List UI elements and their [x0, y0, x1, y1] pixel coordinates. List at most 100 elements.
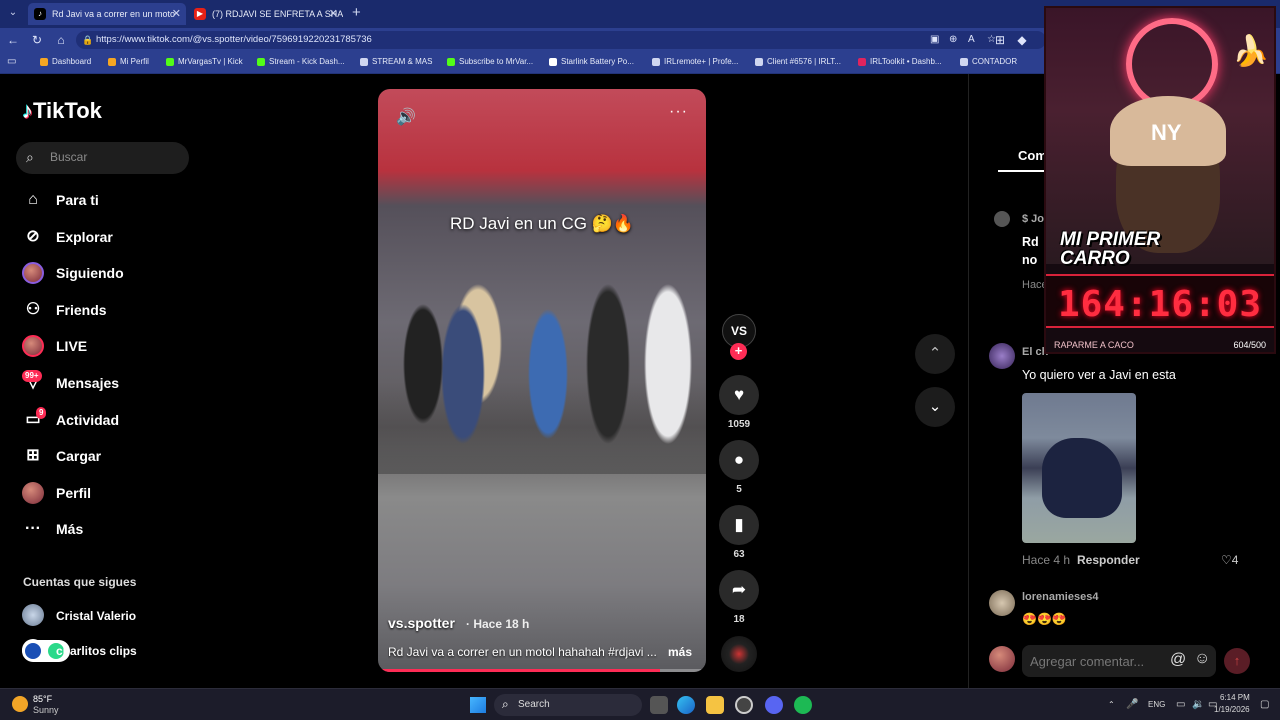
bookmark-icon[interactable]: ▮: [719, 505, 759, 545]
share-action[interactable]: ➦ 18: [719, 570, 759, 625]
tiktok-favicon-icon: ♪: [34, 8, 46, 20]
taskbar-search[interactable]: ⌕ Search: [494, 694, 642, 716]
comment-avatar[interactable]: [989, 590, 1015, 616]
video-player[interactable]: 🔊 ··· RD Javi en un CG 🤔🔥 vs.spotter · H…: [378, 89, 706, 672]
nav-label: Friends: [56, 302, 107, 318]
search-input[interactable]: ⌕ Buscar: [16, 142, 189, 174]
friends-icon: ⚇: [25, 301, 41, 318]
bookmark-favicon-icon: [108, 58, 116, 66]
tab-comments[interactable]: Com: [1018, 148, 1047, 163]
notification-icon[interactable]: ▢: [1260, 699, 1269, 710]
my-avatar: [989, 646, 1015, 672]
bookmark[interactable]: Client #6576 | IRLT...: [755, 57, 841, 66]
video-frame: [378, 244, 706, 474]
network-icon[interactable]: ▭: [1176, 699, 1185, 710]
save-count: 63: [733, 549, 745, 560]
bookmark[interactable]: MrVargasTv | Kick: [166, 57, 243, 66]
stream-overlay: 🍌 NY MI PRIMER CARRO 164:16:03 RAPARME A…: [1044, 6, 1276, 354]
microphone-icon[interactable]: 🎤: [1126, 699, 1138, 710]
bookmark-label: Subscribe to MrVar...: [459, 57, 534, 66]
comment-action[interactable]: ● 5: [719, 440, 759, 495]
bookmarks-menu-icon[interactable]: ▭: [7, 56, 16, 67]
bookmark[interactable]: Subscribe to MrVar...: [447, 57, 533, 66]
language-indicator[interactable]: ENG: [1148, 700, 1165, 709]
comment-image[interactable]: [1022, 393, 1136, 543]
reply-link[interactable]: Responder: [1077, 553, 1140, 567]
emoji-icon[interactable]: ☺: [1194, 650, 1210, 668]
comment-author[interactable]: lorenamieses4: [1022, 591, 1098, 603]
close-tab-icon[interactable]: ✕: [329, 3, 338, 25]
back-icon[interactable]: ←: [5, 32, 21, 48]
video-time: · Hace 18 h: [466, 617, 530, 631]
bookmark[interactable]: Starlink Battery Po...: [549, 57, 634, 66]
task-view-icon[interactable]: [650, 696, 668, 714]
bookmark-favicon-icon: [755, 58, 763, 66]
share-icon[interactable]: ➦: [719, 570, 759, 610]
tray-chevron-icon[interactable]: ⌃: [1108, 700, 1115, 709]
music-disc-icon[interactable]: [721, 636, 757, 672]
tiktok-logo[interactable]: ♪TikTok: [22, 98, 102, 124]
taskbar-search-label: Search: [518, 699, 550, 710]
follow-button[interactable]: +: [730, 343, 747, 360]
extension-icon[interactable]: ◆: [1014, 32, 1030, 48]
comment-input[interactable]: Agregar comentar... @ ☺: [1022, 645, 1216, 677]
comment-like[interactable]: ♡4: [1221, 553, 1238, 567]
bookmark[interactable]: Stream - Kick Dash...: [257, 57, 345, 66]
install-app-icon[interactable]: ▣: [930, 31, 939, 49]
discord-icon[interactable]: [765, 696, 783, 714]
volume-icon[interactable]: 🔊: [396, 107, 416, 127]
url-field[interactable]: 🔒 https://www.tiktok.com/@vs.spotter/vid…: [76, 31, 1046, 49]
app-icon[interactable]: [735, 696, 753, 714]
previous-video-button[interactable]: ⌃: [915, 334, 955, 374]
tab-actions-icon[interactable]: ⌄: [6, 7, 20, 21]
bookmark[interactable]: Mi Perfil: [108, 57, 149, 66]
tab-title: Rd Javi va a correr en un moto: [52, 9, 176, 19]
nav-label: Siguiendo: [56, 265, 124, 281]
zoom-icon[interactable]: ⊕: [949, 31, 957, 49]
spotify-icon[interactable]: [794, 696, 812, 714]
nav-label: Para ti: [56, 192, 99, 208]
comment-icon[interactable]: ●: [719, 440, 759, 480]
video-author[interactable]: vs.spotter: [388, 615, 455, 631]
bookmark[interactable]: CONTADOR: [960, 57, 1017, 66]
bookmark[interactable]: Dashboard: [40, 57, 91, 66]
bookmark-label: IRLToolkit • Dashb...: [870, 57, 942, 66]
send-comment-button[interactable]: ↑: [1224, 648, 1250, 674]
volume-tray-icon[interactable]: 🔉: [1192, 699, 1204, 710]
next-video-button[interactable]: ⌄: [915, 387, 955, 427]
read-aloud-icon[interactable]: A: [968, 31, 975, 49]
clock-time[interactable]: 6:14 PM: [1220, 693, 1250, 702]
following-title: Cuentas que sigues: [23, 575, 137, 589]
video-progress-bar[interactable]: [378, 669, 706, 672]
goal-label: RAPARME A CACO: [1054, 340, 1134, 350]
file-explorer-icon[interactable]: [706, 696, 724, 714]
tab-youtube[interactable]: ▶ (7) RDJAVI SE ENFRETA A SHAN2 ✕: [188, 3, 343, 25]
new-tab-button[interactable]: +: [352, 4, 361, 21]
tab-tiktok[interactable]: ♪ Rd Javi va a correr en un moto ✕: [28, 3, 186, 25]
bookmark-favicon-icon: [447, 58, 455, 66]
bookmark-label: STREAM & MAS: [372, 57, 433, 66]
clock-date[interactable]: 1/19/2026: [1214, 705, 1250, 714]
edge-icon[interactable]: [677, 696, 695, 714]
comment-avatar[interactable]: [994, 211, 1010, 227]
comment-author[interactable]: $ Jo: [1022, 213, 1044, 225]
home-button-icon[interactable]: ⌂: [53, 32, 69, 48]
bookmark[interactable]: IRLToolkit • Dashb...: [858, 57, 942, 66]
sun-icon: [12, 696, 28, 712]
more-description-link[interactable]: más: [668, 645, 692, 659]
mention-icon[interactable]: @: [1170, 651, 1186, 669]
weather-temp: 85°F: [33, 694, 53, 704]
collections-icon[interactable]: ⊞: [992, 32, 1008, 48]
close-tab-icon[interactable]: ✕: [172, 3, 181, 25]
comment-avatar[interactable]: [989, 343, 1015, 369]
more-options-icon[interactable]: ···: [669, 103, 688, 121]
bookmark[interactable]: IRLremote+ | Profe...: [652, 57, 738, 66]
like-action[interactable]: ♥ 1059: [719, 375, 759, 430]
heart-icon[interactable]: ♥: [719, 375, 759, 415]
save-action[interactable]: ▮ 63: [719, 505, 759, 560]
video-caption: RD Javi en un CG 🤔🔥: [449, 214, 635, 233]
reload-icon[interactable]: ↻: [29, 32, 45, 48]
bookmark[interactable]: STREAM & MAS: [360, 57, 432, 66]
nav-label: Explorar: [56, 229, 113, 245]
windows-start-icon[interactable]: [470, 697, 486, 713]
